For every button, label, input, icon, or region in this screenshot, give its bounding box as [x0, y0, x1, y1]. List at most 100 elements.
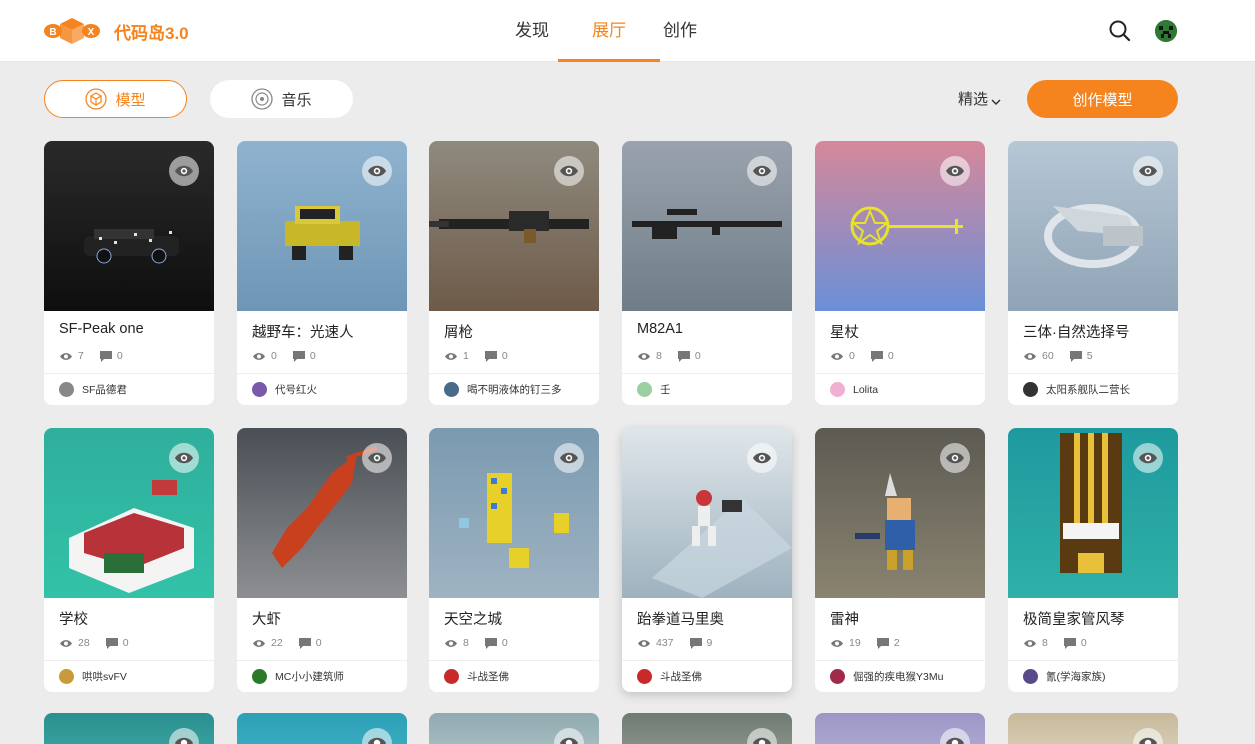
eye-icon[interactable]: [169, 443, 199, 473]
author-avatar[interactable]: [252, 669, 267, 684]
eye-icon[interactable]: [554, 443, 584, 473]
author[interactable]: SF品德君: [59, 382, 127, 397]
model-card[interactable]: 学校 28 0 哄哄svFV: [44, 428, 214, 692]
logo[interactable]: B X 代码岛3.0: [44, 16, 189, 46]
author-avatar[interactable]: [830, 382, 845, 397]
model-title[interactable]: 越野车：光速人: [252, 321, 354, 342]
model-thumbnail[interactable]: [815, 141, 985, 311]
tab-discover[interactable]: 发现: [498, 0, 566, 62]
model-thumbnail[interactable]: [44, 141, 214, 311]
model-title[interactable]: SF-Peak one: [59, 321, 144, 337]
model-card[interactable]: 大虾 22 0 MC小小建筑师: [237, 428, 407, 692]
card-peek[interactable]: [1008, 713, 1178, 744]
search-icon[interactable]: [1108, 19, 1132, 43]
tab-gallery[interactable]: 展厅: [558, 0, 660, 62]
model-title[interactable]: 三体·自然选择号: [1023, 321, 1129, 342]
eye-icon[interactable]: [554, 156, 584, 186]
author-avatar[interactable]: [1023, 669, 1038, 684]
author-name[interactable]: 太阳系舰队二营长: [1046, 382, 1130, 397]
model-title[interactable]: 雷神: [830, 608, 859, 629]
author-name[interactable]: 斗战圣佛: [660, 669, 702, 684]
author-name[interactable]: MC小小建筑师: [275, 669, 344, 684]
author-name[interactable]: 哄哄svFV: [82, 669, 127, 684]
author[interactable]: 哄哄svFV: [59, 669, 127, 684]
author-name[interactable]: 氰(学海家族): [1046, 669, 1106, 684]
model-title[interactable]: 学校: [59, 608, 88, 629]
author-name[interactable]: 代号红火: [275, 382, 317, 397]
author[interactable]: Lolita: [830, 382, 878, 397]
author[interactable]: 喝不明液体的钉三多: [444, 382, 562, 397]
author-avatar[interactable]: [59, 669, 74, 684]
model-thumbnail[interactable]: [622, 141, 792, 311]
model-title[interactable]: 极简皇家管风琴: [1023, 608, 1125, 629]
music-filter-button[interactable]: 音乐: [210, 80, 353, 118]
author[interactable]: 代号红火: [252, 382, 317, 397]
model-card[interactable]: SF-Peak one 7 0 SF品德君: [44, 141, 214, 405]
model-thumbnail[interactable]: [44, 428, 214, 598]
author-name[interactable]: SF品德君: [82, 382, 127, 397]
model-title[interactable]: 星杖: [830, 321, 859, 342]
author[interactable]: 太阳系舰队二营长: [1023, 382, 1130, 397]
model-card[interactable]: 越野车：光速人 0 0 代号红火: [237, 141, 407, 405]
author[interactable]: 壬: [637, 382, 671, 397]
model-thumbnail[interactable]: [429, 428, 599, 598]
eye-icon[interactable]: [1133, 728, 1163, 744]
eye-icon[interactable]: [362, 156, 392, 186]
eye-icon[interactable]: [747, 156, 777, 186]
eye-icon[interactable]: [940, 156, 970, 186]
author-avatar[interactable]: [59, 382, 74, 397]
author-name[interactable]: 倔强的疾电猴Y3Mu: [853, 669, 943, 684]
eye-icon[interactable]: [362, 443, 392, 473]
model-thumbnail[interactable]: [1008, 141, 1178, 311]
eye-icon[interactable]: [169, 728, 199, 744]
card-peek[interactable]: [237, 713, 407, 744]
model-card[interactable]: 三体·自然选择号 60 5 太阳系舰队二营长: [1008, 141, 1178, 405]
eye-icon[interactable]: [1133, 443, 1163, 473]
model-card[interactable]: 雷神 19 2 倔强的疾电猴Y3Mu: [815, 428, 985, 692]
model-title[interactable]: 大虾: [252, 608, 281, 629]
author-avatar[interactable]: [252, 382, 267, 397]
eye-icon[interactable]: [940, 728, 970, 744]
card-peek[interactable]: [815, 713, 985, 744]
model-card[interactable]: 天空之城 8 0 斗战圣佛: [429, 428, 599, 692]
user-avatar[interactable]: [1155, 20, 1177, 42]
author-name[interactable]: Lolita: [853, 384, 878, 396]
model-thumbnail[interactable]: [429, 141, 599, 311]
eye-icon[interactable]: [940, 443, 970, 473]
sort-dropdown[interactable]: 精选: [958, 88, 1001, 109]
eye-icon[interactable]: [747, 443, 777, 473]
eye-icon[interactable]: [554, 728, 584, 744]
card-peek[interactable]: [429, 713, 599, 744]
tab-create[interactable]: 创作: [652, 0, 708, 62]
model-title[interactable]: 屑枪: [444, 321, 473, 342]
card-peek[interactable]: [622, 713, 792, 744]
author-name[interactable]: 斗战圣佛: [467, 669, 509, 684]
model-thumbnail[interactable]: [237, 141, 407, 311]
model-thumbnail[interactable]: [622, 428, 792, 598]
author-avatar[interactable]: [637, 382, 652, 397]
model-card[interactable]: 星杖 0 0 Lolita: [815, 141, 985, 405]
model-title[interactable]: 天空之城: [444, 608, 502, 629]
model-thumbnail[interactable]: [815, 428, 985, 598]
author[interactable]: 斗战圣佛: [444, 669, 509, 684]
model-card[interactable]: 极简皇家管风琴 8 0 氰(学海家族): [1008, 428, 1178, 692]
author[interactable]: MC小小建筑师: [252, 669, 344, 684]
eye-icon[interactable]: [1133, 156, 1163, 186]
author-avatar[interactable]: [444, 669, 459, 684]
author-name[interactable]: 喝不明液体的钉三多: [467, 382, 562, 397]
model-title[interactable]: 跆拳道马里奥: [637, 608, 724, 629]
model-title[interactable]: M82A1: [637, 321, 683, 337]
model-thumbnail[interactable]: [1008, 428, 1178, 598]
model-thumbnail[interactable]: [237, 428, 407, 598]
author-avatar[interactable]: [444, 382, 459, 397]
author-avatar[interactable]: [637, 669, 652, 684]
model-card[interactable]: 屑枪 1 0 喝不明液体的钉三多: [429, 141, 599, 405]
eye-icon[interactable]: [362, 728, 392, 744]
eye-icon[interactable]: [169, 156, 199, 186]
author[interactable]: 氰(学海家族): [1023, 669, 1106, 684]
author[interactable]: 斗战圣佛: [637, 669, 702, 684]
create-model-button[interactable]: 创作模型: [1027, 80, 1178, 118]
author-name[interactable]: 壬: [660, 382, 671, 397]
model-filter-button[interactable]: 模型: [44, 80, 187, 118]
model-card[interactable]: 跆拳道马里奥 437 9 斗战圣佛: [622, 428, 792, 692]
